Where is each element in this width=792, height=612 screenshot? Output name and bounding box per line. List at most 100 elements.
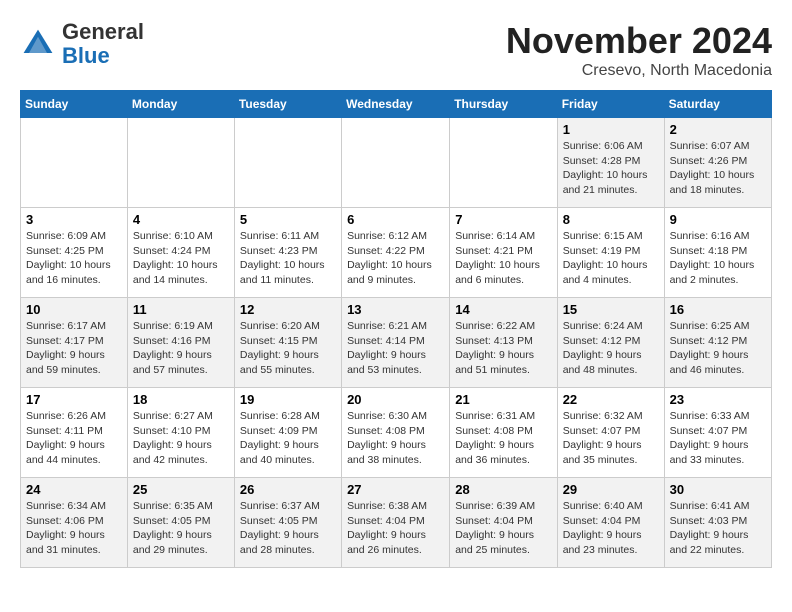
- day-number: 29: [563, 482, 659, 497]
- calendar-cell: 11Sunrise: 6:19 AM Sunset: 4:16 PM Dayli…: [127, 298, 234, 388]
- day-number: 3: [26, 212, 122, 227]
- day-number: 16: [670, 302, 766, 317]
- day-number: 1: [563, 122, 659, 137]
- day-info: Sunrise: 6:40 AM Sunset: 4:04 PM Dayligh…: [563, 499, 659, 558]
- logo: General Blue: [20, 20, 144, 68]
- day-number: 4: [133, 212, 229, 227]
- day-info: Sunrise: 6:41 AM Sunset: 4:03 PM Dayligh…: [670, 499, 766, 558]
- calendar-cell: 28 Sunrise: 6:39 AM Sunset: 4:04 PM Dayli…: [450, 478, 557, 568]
- title-block: November 2024 Cresevo, North Macedonia: [506, 20, 772, 80]
- weekday-header-sunday: Sunday: [21, 91, 128, 118]
- calendar-cell: 9Sunrise: 6:16 AM Sunset: 4:18 PM Daylig…: [664, 208, 771, 298]
- day-number: 26: [240, 482, 336, 497]
- week-row-4: 17 Sunrise: 6:26 AM Sunset: 4:11 PM Dayli…: [21, 388, 772, 478]
- calendar-cell: 23Sunrise: 6:33 AM Sunset: 4:07 PM Dayli…: [664, 388, 771, 478]
- weekday-header-row: SundayMondayTuesdayWednesdayThursdayFrid…: [21, 91, 772, 118]
- day-number: 21: [455, 392, 551, 407]
- logo-blue: Blue: [62, 43, 110, 68]
- day-number: 23: [670, 392, 766, 407]
- logo-general: General: [62, 19, 144, 44]
- calendar-cell: 6Sunrise: 6:12 AM Sunset: 4:22 PM Daylig…: [342, 208, 450, 298]
- calendar-cell: [127, 118, 234, 208]
- day-info: Sunrise: 6:34 AM Sunset: 4:06 PM Dayligh…: [26, 499, 122, 558]
- calendar-cell: [342, 118, 450, 208]
- calendar-cell: 24 Sunrise: 6:34 AM Sunset: 4:06 PM Dayli…: [21, 478, 128, 568]
- calendar-cell: 18 Sunrise: 6:27 AM Sunset: 4:10 PM Dayli…: [127, 388, 234, 478]
- week-row-5: 24 Sunrise: 6:34 AM Sunset: 4:06 PM Dayli…: [21, 478, 772, 568]
- calendar-cell: 7Sunrise: 6:14 AM Sunset: 4:21 PM Daylig…: [450, 208, 557, 298]
- day-info: Sunrise: 6:31 AM Sunset: 4:08 PM Dayligh…: [455, 409, 551, 468]
- day-info: Sunrise: 6:39 AM Sunset: 4:04 PM Dayligh…: [455, 499, 551, 558]
- day-info: Sunrise: 6:06 AM Sunset: 4:28 PM Dayligh…: [563, 139, 659, 198]
- calendar-cell: 10 Sunrise: 6:17 AM Sunset: 4:17 PM Dayli…: [21, 298, 128, 388]
- weekday-header-thursday: Thursday: [450, 91, 557, 118]
- calendar-cell: 2Sunrise: 6:07 AM Sunset: 4:26 PM Daylig…: [664, 118, 771, 208]
- day-info: Sunrise: 6:25 AM Sunset: 4:12 PM Dayligh…: [670, 319, 766, 378]
- week-row-1: 1 Sunrise: 6:06 AM Sunset: 4:28 PM Daylig…: [21, 118, 772, 208]
- calendar-cell: 5 Sunrise: 6:11 AM Sunset: 4:23 PM Daylig…: [234, 208, 341, 298]
- day-number: 18: [133, 392, 229, 407]
- day-info: Sunrise: 6:32 AM Sunset: 4:07 PM Dayligh…: [563, 409, 659, 468]
- calendar-cell: 25 Sunrise: 6:35 AM Sunset: 4:05 PM Dayli…: [127, 478, 234, 568]
- calendar-table: SundayMondayTuesdayWednesdayThursdayFrid…: [20, 90, 772, 568]
- day-info: Sunrise: 6:21 AM Sunset: 4:14 PM Dayligh…: [347, 319, 444, 378]
- day-number: 20: [347, 392, 444, 407]
- calendar-cell: 13 Sunrise: 6:21 AM Sunset: 4:14 PM Dayli…: [342, 298, 450, 388]
- day-number: 5: [240, 212, 336, 227]
- day-info: Sunrise: 6:10 AM Sunset: 4:24 PM Dayligh…: [133, 229, 229, 288]
- calendar-cell: 8 Sunrise: 6:15 AM Sunset: 4:19 PM Daylig…: [557, 208, 664, 298]
- calendar-cell: [21, 118, 128, 208]
- day-number: 6: [347, 212, 444, 227]
- day-info: Sunrise: 6:26 AM Sunset: 4:11 PM Dayligh…: [26, 409, 122, 468]
- day-number: 13: [347, 302, 444, 317]
- weekday-header-friday: Friday: [557, 91, 664, 118]
- day-number: 10: [26, 302, 122, 317]
- calendar-cell: 3 Sunrise: 6:09 AM Sunset: 4:25 PM Daylig…: [21, 208, 128, 298]
- day-info: Sunrise: 6:17 AM Sunset: 4:17 PM Dayligh…: [26, 319, 122, 378]
- day-info: Sunrise: 6:28 AM Sunset: 4:09 PM Dayligh…: [240, 409, 336, 468]
- day-number: 12: [240, 302, 336, 317]
- calendar-cell: 20 Sunrise: 6:30 AM Sunset: 4:08 PM Dayli…: [342, 388, 450, 478]
- calendar-cell: [234, 118, 341, 208]
- day-info: Sunrise: 6:11 AM Sunset: 4:23 PM Dayligh…: [240, 229, 336, 288]
- location: Cresevo, North Macedonia: [506, 62, 772, 80]
- calendar-cell: 22 Sunrise: 6:32 AM Sunset: 4:07 PM Dayli…: [557, 388, 664, 478]
- day-info: Sunrise: 6:27 AM Sunset: 4:10 PM Dayligh…: [133, 409, 229, 468]
- day-number: 14: [455, 302, 551, 317]
- day-number: 17: [26, 392, 122, 407]
- calendar-cell: 16 Sunrise: 6:25 AM Sunset: 4:12 PM Dayli…: [664, 298, 771, 388]
- day-info: Sunrise: 6:15 AM Sunset: 4:19 PM Dayligh…: [563, 229, 659, 288]
- day-info: Sunrise: 6:07 AM Sunset: 4:26 PM Dayligh…: [670, 139, 766, 198]
- day-number: 7: [455, 212, 551, 227]
- calendar-cell: 17 Sunrise: 6:26 AM Sunset: 4:11 PM Dayli…: [21, 388, 128, 478]
- calendar-cell: [450, 118, 557, 208]
- weekday-header-tuesday: Tuesday: [234, 91, 341, 118]
- calendar-cell: 14Sunrise: 6:22 AM Sunset: 4:13 PM Dayli…: [450, 298, 557, 388]
- day-info: Sunrise: 6:38 AM Sunset: 4:04 PM Dayligh…: [347, 499, 444, 558]
- day-number: 28: [455, 482, 551, 497]
- day-number: 27: [347, 482, 444, 497]
- calendar-cell: 1 Sunrise: 6:06 AM Sunset: 4:28 PM Daylig…: [557, 118, 664, 208]
- day-number: 25: [133, 482, 229, 497]
- calendar-cell: 19 Sunrise: 6:28 AM Sunset: 4:09 PM Dayli…: [234, 388, 341, 478]
- week-row-2: 3 Sunrise: 6:09 AM Sunset: 4:25 PM Daylig…: [21, 208, 772, 298]
- day-info: Sunrise: 6:16 AM Sunset: 4:18 PM Dayligh…: [670, 229, 766, 288]
- weekday-header-monday: Monday: [127, 91, 234, 118]
- day-number: 19: [240, 392, 336, 407]
- day-info: Sunrise: 6:30 AM Sunset: 4:08 PM Dayligh…: [347, 409, 444, 468]
- weekday-header-wednesday: Wednesday: [342, 91, 450, 118]
- day-info: Sunrise: 6:37 AM Sunset: 4:05 PM Dayligh…: [240, 499, 336, 558]
- calendar-cell: 30Sunrise: 6:41 AM Sunset: 4:03 PM Dayli…: [664, 478, 771, 568]
- day-number: 15: [563, 302, 659, 317]
- day-number: 24: [26, 482, 122, 497]
- day-number: 22: [563, 392, 659, 407]
- day-info: Sunrise: 6:09 AM Sunset: 4:25 PM Dayligh…: [26, 229, 122, 288]
- calendar-cell: 26 Sunrise: 6:37 AM Sunset: 4:05 PM Dayli…: [234, 478, 341, 568]
- day-info: Sunrise: 6:35 AM Sunset: 4:05 PM Dayligh…: [133, 499, 229, 558]
- day-number: 8: [563, 212, 659, 227]
- day-info: Sunrise: 6:19 AM Sunset: 4:16 PM Dayligh…: [133, 319, 229, 378]
- calendar-cell: 29 Sunrise: 6:40 AM Sunset: 4:04 PM Dayli…: [557, 478, 664, 568]
- weekday-header-saturday: Saturday: [664, 91, 771, 118]
- day-info: Sunrise: 6:20 AM Sunset: 4:15 PM Dayligh…: [240, 319, 336, 378]
- calendar-cell: 21 Sunrise: 6:31 AM Sunset: 4:08 PM Dayli…: [450, 388, 557, 478]
